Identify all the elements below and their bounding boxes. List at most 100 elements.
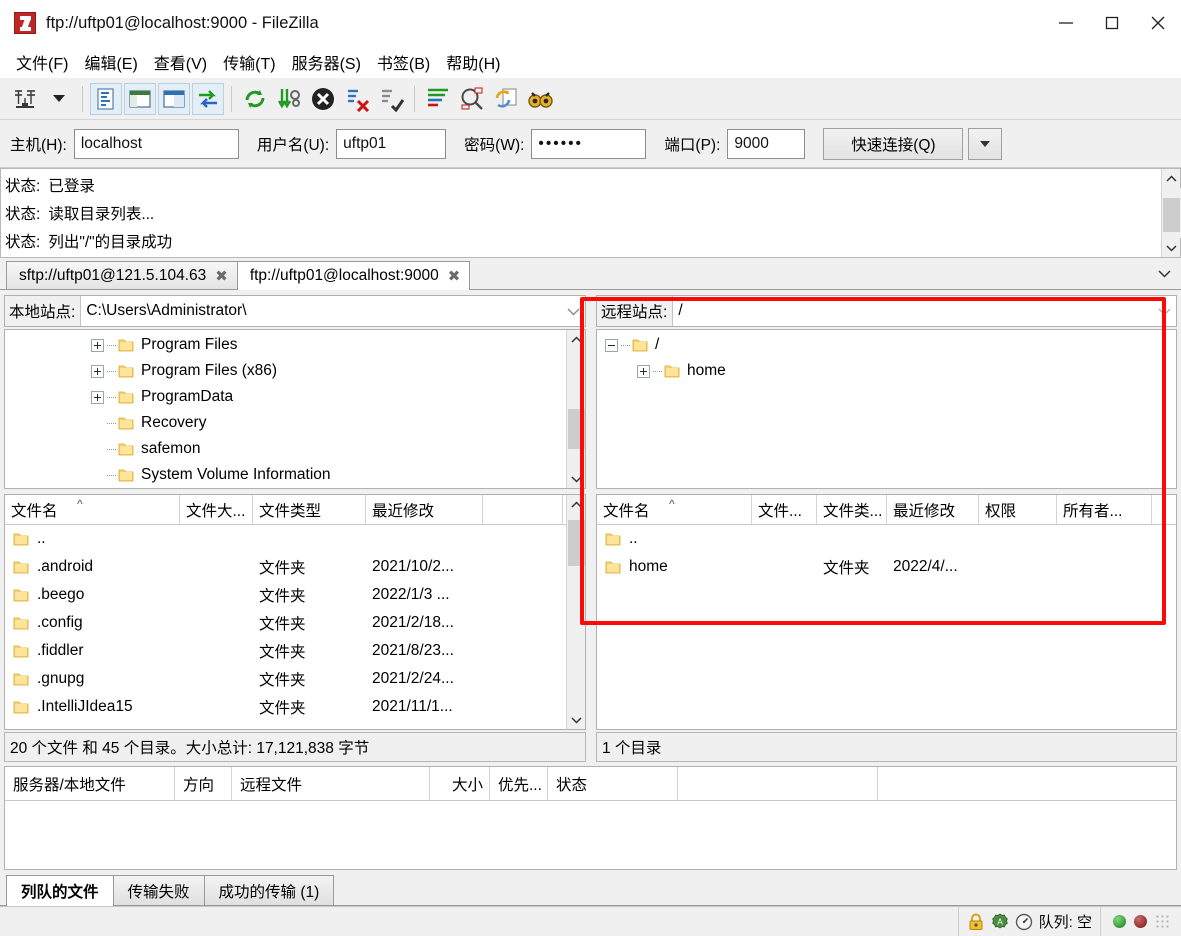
menu-file[interactable]: 文件(F) [8, 47, 76, 77]
remote-site-chevron-down-icon[interactable] [1152, 296, 1176, 326]
menu-edit[interactable]: 编辑(E) [76, 47, 145, 77]
tree-item[interactable]: / [597, 332, 1176, 358]
maximize-button[interactable] [1089, 0, 1135, 46]
tree-item[interactable]: Program Files (x86) [5, 358, 566, 384]
table-row[interactable]: .. [5, 525, 566, 553]
column-header-remote-file[interactable]: 远程文件 [232, 767, 430, 800]
column-header-priority[interactable]: 优先... [490, 767, 548, 800]
synchronized-browsing-icon[interactable] [490, 83, 522, 115]
chevron-up-icon[interactable] [567, 495, 586, 514]
resize-grip-icon[interactable] [1155, 913, 1171, 930]
quick-connect-button[interactable]: 快速连接(Q) [823, 127, 964, 160]
close-button[interactable] [1135, 0, 1181, 46]
local-tree-scroll-track[interactable] [566, 349, 585, 469]
table-row[interactable]: home 文件夹 2022/4/... [597, 553, 1176, 581]
quick-connect-history-dropdown[interactable] [968, 127, 1003, 160]
tab-failed-transfers[interactable]: 传输失败 [112, 875, 205, 905]
column-header-extra[interactable] [678, 767, 878, 800]
password-input[interactable] [531, 128, 647, 159]
menu-server[interactable]: 服务器(S) [284, 47, 369, 77]
column-header-direction[interactable]: 方向 [175, 767, 232, 800]
toggle-message-log-icon[interactable] [90, 82, 122, 115]
chevron-down-icon[interactable] [567, 710, 586, 729]
expander-plus-icon[interactable] [91, 364, 104, 378]
disconnect-icon[interactable] [341, 83, 373, 115]
column-header-size[interactable]: 大小 [430, 767, 490, 800]
cancel-icon[interactable] [307, 83, 339, 115]
table-row[interactable]: .fiddler 文件夹 2021/8/23... [5, 637, 566, 665]
tree-item[interactable]: safemon [5, 436, 566, 462]
toggle-transfer-queue-icon[interactable] [192, 82, 224, 115]
menu-view[interactable]: 查看(V) [146, 47, 215, 77]
table-row[interactable]: .android 文件夹 2021/10/2... [5, 553, 566, 581]
tree-item[interactable]: System Volume Information [5, 462, 566, 488]
padlock-icon[interactable] [967, 913, 985, 931]
process-queue-icon[interactable] [273, 83, 305, 115]
column-header-modified[interactable]: 最近修改 [887, 495, 979, 524]
expander-plus-icon[interactable] [91, 390, 104, 404]
chevron-up-icon[interactable] [1162, 169, 1181, 188]
certificate-icon[interactable]: A [991, 913, 1009, 931]
local-directory-tree[interactable]: Program Files Program Files (x86) Progra… [4, 329, 586, 489]
column-header-status[interactable]: 状态 [548, 767, 678, 800]
reconnect-icon[interactable] [375, 83, 407, 115]
column-header-filesize[interactable]: 文件... [752, 495, 817, 524]
transfer-queue-pane[interactable]: 服务器/本地文件 方向 远程文件 大小 优先... 状态 [4, 766, 1177, 870]
column-header-filetype[interactable]: 文件类型 [253, 495, 366, 524]
tree-item[interactable]: Program Files [5, 332, 566, 358]
menu-bookmarks[interactable]: 书签(B) [369, 47, 438, 77]
site-manager-dropdown-icon[interactable] [43, 83, 75, 115]
username-input[interactable] [336, 128, 447, 159]
host-input[interactable] [73, 128, 239, 159]
expander-plus-icon[interactable] [637, 364, 650, 378]
site-tab-sftp[interactable]: sftp://uftp01@121.5.104.63 ✖ [6, 261, 238, 289]
tab-successful-transfers[interactable]: 成功的传输 (1) [203, 875, 335, 905]
column-header-extra[interactable] [483, 495, 563, 524]
message-log-scroll-thumb[interactable] [1162, 198, 1180, 232]
site-manager-icon[interactable] [9, 83, 41, 115]
local-file-list[interactable]: 文件名 ^ 文件大... 文件类型 最近修改 .. .android 文件夹 2… [4, 494, 586, 730]
remote-file-list[interactable]: 文件名 ^ 文件... 文件类... 最近修改 权限 所有者... .. hom… [596, 494, 1177, 730]
site-tabs-overflow-chevron-down-icon[interactable] [1158, 265, 1171, 282]
column-header-filename[interactable]: 文件名 ^ [597, 495, 752, 524]
column-header-filesize[interactable]: 文件大... [180, 495, 253, 524]
table-row[interactable]: .gnupg 文件夹 2021/2/24... [5, 665, 566, 693]
local-site-path-bar[interactable]: 本地站点: C:\Users\Administrator\ [4, 295, 586, 327]
filter-icon[interactable] [422, 83, 454, 115]
local-site-path-value[interactable]: C:\Users\Administrator\ [81, 296, 561, 326]
chevron-down-icon[interactable] [1162, 238, 1181, 257]
local-tree-scroll-thumb[interactable] [567, 409, 585, 449]
column-header-permissions[interactable]: 权限 [979, 495, 1057, 524]
minimize-button[interactable] [1043, 0, 1089, 46]
local-site-chevron-down-icon[interactable] [561, 296, 585, 326]
site-tab-ftp[interactable]: ftp://uftp01@localhost:9000 ✖ [236, 261, 471, 290]
local-file-list-scroll-thumb[interactable] [567, 520, 585, 566]
local-tree-scrollbar[interactable] [566, 330, 585, 488]
compare-directories-icon[interactable] [456, 83, 488, 115]
toggle-remote-tree-icon[interactable] [158, 82, 190, 115]
column-header-modified[interactable]: 最近修改 [366, 495, 483, 524]
table-row[interactable]: .beego 文件夹 2022/1/3 ... [5, 581, 566, 609]
remote-site-path-value[interactable]: / [673, 296, 1152, 326]
refresh-icon[interactable] [239, 83, 271, 115]
tree-item[interactable]: Recovery [5, 410, 566, 436]
table-row[interactable]: .config 文件夹 2021/2/18... [5, 609, 566, 637]
local-file-list-scroll-track[interactable] [566, 514, 585, 710]
column-header-filetype[interactable]: 文件类... [817, 495, 887, 524]
toggle-local-tree-icon[interactable] [124, 82, 156, 115]
message-log-scrollbar[interactable] [1161, 169, 1181, 257]
port-input[interactable] [727, 128, 806, 159]
expander-minus-icon[interactable] [605, 338, 618, 352]
close-icon[interactable]: ✖ [448, 267, 461, 285]
local-file-list-scrollbar[interactable] [566, 495, 585, 729]
chevron-up-icon[interactable] [567, 330, 586, 349]
column-header-filename[interactable]: 文件名 ^ [5, 495, 180, 524]
column-header-owner[interactable]: 所有者... [1057, 495, 1152, 524]
menu-transfer[interactable]: 传输(T) [215, 47, 283, 77]
speed-gauge-icon[interactable] [1015, 913, 1033, 931]
tree-item[interactable]: ProgramData [5, 384, 566, 410]
expander-plus-icon[interactable] [91, 338, 104, 352]
close-icon[interactable]: ✖ [215, 267, 228, 285]
transfer-queue-body[interactable] [5, 801, 1176, 869]
column-header-server-local-file[interactable]: 服务器/本地文件 [5, 767, 175, 800]
